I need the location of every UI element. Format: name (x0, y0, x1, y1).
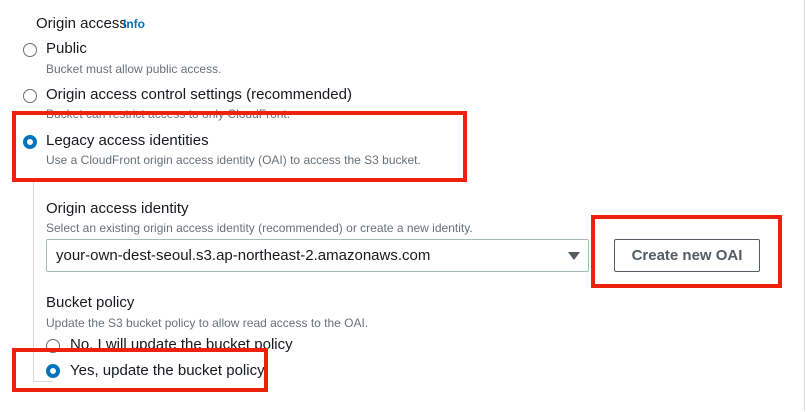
radio-public[interactable] (23, 43, 37, 57)
bucket-policy-label: Bucket policy (46, 294, 135, 311)
caret-down-icon (568, 252, 580, 260)
oai-select-value: your-own-dest-seoul.s3.ap-northeast-2.am… (56, 247, 431, 264)
info-link[interactable]: Info (123, 17, 145, 31)
radio-oac[interactable] (23, 89, 37, 103)
oai-select[interactable]: your-own-dest-seoul.s3.ap-northeast-2.am… (46, 239, 589, 272)
radio-public-label[interactable]: Public (46, 40, 87, 57)
oai-label: Origin access identity (46, 200, 189, 217)
oai-description: Select an existing origin access identit… (46, 221, 473, 235)
highlight-box-yes-update (12, 348, 268, 392)
radio-oac-label[interactable]: Origin access control settings (recommen… (46, 86, 352, 103)
highlight-box-create-oai (591, 215, 782, 288)
highlight-box-legacy (12, 111, 467, 182)
origin-access-title: Origin access (36, 15, 127, 32)
radio-public-description: Bucket must allow public access. (46, 62, 222, 76)
bucket-policy-description: Update the S3 bucket policy to allow rea… (46, 316, 369, 330)
